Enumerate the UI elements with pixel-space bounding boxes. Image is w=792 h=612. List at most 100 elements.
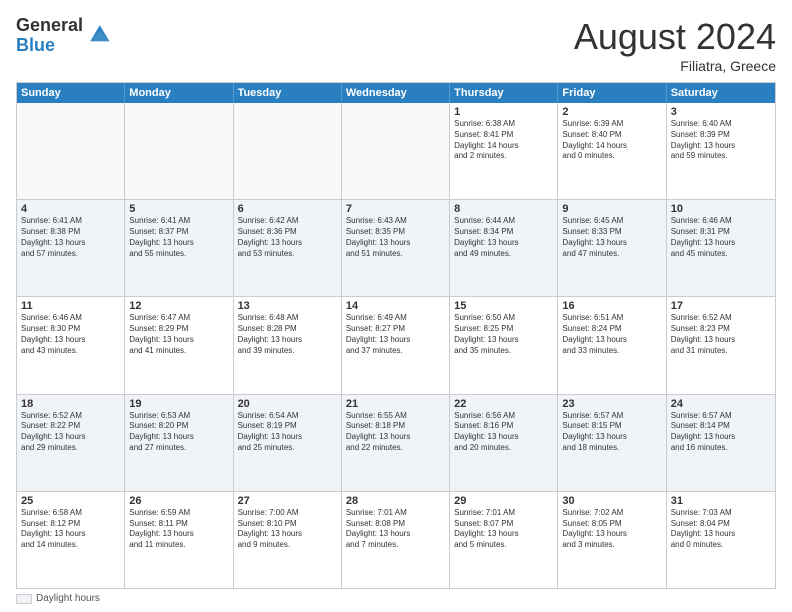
day-cell-7: 7Sunrise: 6:43 AM Sunset: 8:35 PM Daylig… <box>342 200 450 296</box>
cell-info-11: Sunrise: 6:46 AM Sunset: 8:30 PM Dayligh… <box>21 313 120 356</box>
calendar: Sunday Monday Tuesday Wednesday Thursday… <box>16 82 776 589</box>
cell-info-12: Sunrise: 6:47 AM Sunset: 8:29 PM Dayligh… <box>129 313 228 356</box>
day-cell-31: 31Sunrise: 7:03 AM Sunset: 8:04 PM Dayli… <box>667 492 775 588</box>
day-cell-6: 6Sunrise: 6:42 AM Sunset: 8:36 PM Daylig… <box>234 200 342 296</box>
day-cell-23: 23Sunrise: 6:57 AM Sunset: 8:15 PM Dayli… <box>558 395 666 491</box>
day-headers: Sunday Monday Tuesday Wednesday Thursday… <box>17 83 775 103</box>
day-cell-5: 5Sunrise: 6:41 AM Sunset: 8:37 PM Daylig… <box>125 200 233 296</box>
header-thursday: Thursday <box>450 83 558 103</box>
cell-date-5: 5 <box>129 203 228 215</box>
day-cell-12: 12Sunrise: 6:47 AM Sunset: 8:29 PM Dayli… <box>125 297 233 393</box>
header: General Blue August 2024 Filiatra, Greec… <box>16 16 776 74</box>
cell-info-30: Sunrise: 7:02 AM Sunset: 8:05 PM Dayligh… <box>562 508 661 551</box>
cell-info-27: Sunrise: 7:00 AM Sunset: 8:10 PM Dayligh… <box>238 508 337 551</box>
cell-date-15: 15 <box>454 300 553 312</box>
day-cell-9: 9Sunrise: 6:45 AM Sunset: 8:33 PM Daylig… <box>558 200 666 296</box>
calendar-row-1: 1Sunrise: 6:38 AM Sunset: 8:41 PM Daylig… <box>17 103 775 200</box>
cell-info-31: Sunrise: 7:03 AM Sunset: 8:04 PM Dayligh… <box>671 508 771 551</box>
title-area: August 2024 Filiatra, Greece <box>574 16 776 74</box>
cell-date-2: 2 <box>562 106 661 118</box>
day-cell-19: 19Sunrise: 6:53 AM Sunset: 8:20 PM Dayli… <box>125 395 233 491</box>
cell-date-3: 3 <box>671 106 771 118</box>
day-cell-26: 26Sunrise: 6:59 AM Sunset: 8:11 PM Dayli… <box>125 492 233 588</box>
cell-date-13: 13 <box>238 300 337 312</box>
day-cell-13: 13Sunrise: 6:48 AM Sunset: 8:28 PM Dayli… <box>234 297 342 393</box>
header-tuesday: Tuesday <box>234 83 342 103</box>
day-cell-15: 15Sunrise: 6:50 AM Sunset: 8:25 PM Dayli… <box>450 297 558 393</box>
day-cell-11: 11Sunrise: 6:46 AM Sunset: 8:30 PM Dayli… <box>17 297 125 393</box>
cell-date-4: 4 <box>21 203 120 215</box>
empty-cell <box>234 103 342 199</box>
logo-icon <box>87 22 111 46</box>
day-cell-30: 30Sunrise: 7:02 AM Sunset: 8:05 PM Dayli… <box>558 492 666 588</box>
logo-text: General Blue <box>16 16 83 56</box>
cell-info-4: Sunrise: 6:41 AM Sunset: 8:38 PM Dayligh… <box>21 216 120 259</box>
footer-label: Daylight hours <box>36 593 100 604</box>
day-cell-17: 17Sunrise: 6:52 AM Sunset: 8:23 PM Dayli… <box>667 297 775 393</box>
cell-info-1: Sunrise: 6:38 AM Sunset: 8:41 PM Dayligh… <box>454 119 553 162</box>
cell-info-20: Sunrise: 6:54 AM Sunset: 8:19 PM Dayligh… <box>238 411 337 454</box>
day-cell-27: 27Sunrise: 7:00 AM Sunset: 8:10 PM Dayli… <box>234 492 342 588</box>
calendar-body: 1Sunrise: 6:38 AM Sunset: 8:41 PM Daylig… <box>17 103 775 588</box>
day-cell-1: 1Sunrise: 6:38 AM Sunset: 8:41 PM Daylig… <box>450 103 558 199</box>
cell-date-1: 1 <box>454 106 553 118</box>
empty-cell <box>17 103 125 199</box>
cell-date-26: 26 <box>129 495 228 507</box>
cell-date-31: 31 <box>671 495 771 507</box>
cell-info-3: Sunrise: 6:40 AM Sunset: 8:39 PM Dayligh… <box>671 119 771 162</box>
day-cell-20: 20Sunrise: 6:54 AM Sunset: 8:19 PM Dayli… <box>234 395 342 491</box>
day-cell-28: 28Sunrise: 7:01 AM Sunset: 8:08 PM Dayli… <box>342 492 450 588</box>
header-wednesday: Wednesday <box>342 83 450 103</box>
cell-info-22: Sunrise: 6:56 AM Sunset: 8:16 PM Dayligh… <box>454 411 553 454</box>
cell-info-25: Sunrise: 6:58 AM Sunset: 8:12 PM Dayligh… <box>21 508 120 551</box>
cell-info-16: Sunrise: 6:51 AM Sunset: 8:24 PM Dayligh… <box>562 313 661 356</box>
cell-info-18: Sunrise: 6:52 AM Sunset: 8:22 PM Dayligh… <box>21 411 120 454</box>
cell-date-22: 22 <box>454 398 553 410</box>
cell-date-24: 24 <box>671 398 771 410</box>
cell-info-6: Sunrise: 6:42 AM Sunset: 8:36 PM Dayligh… <box>238 216 337 259</box>
cell-info-17: Sunrise: 6:52 AM Sunset: 8:23 PM Dayligh… <box>671 313 771 356</box>
day-cell-16: 16Sunrise: 6:51 AM Sunset: 8:24 PM Dayli… <box>558 297 666 393</box>
cell-info-9: Sunrise: 6:45 AM Sunset: 8:33 PM Dayligh… <box>562 216 661 259</box>
cell-info-28: Sunrise: 7:01 AM Sunset: 8:08 PM Dayligh… <box>346 508 445 551</box>
cell-date-17: 17 <box>671 300 771 312</box>
header-monday: Monday <box>125 83 233 103</box>
logo-blue: Blue <box>16 36 83 56</box>
header-saturday: Saturday <box>667 83 775 103</box>
cell-date-6: 6 <box>238 203 337 215</box>
day-cell-8: 8Sunrise: 6:44 AM Sunset: 8:34 PM Daylig… <box>450 200 558 296</box>
calendar-row-5: 25Sunrise: 6:58 AM Sunset: 8:12 PM Dayli… <box>17 492 775 588</box>
cell-info-21: Sunrise: 6:55 AM Sunset: 8:18 PM Dayligh… <box>346 411 445 454</box>
cell-date-29: 29 <box>454 495 553 507</box>
cell-info-13: Sunrise: 6:48 AM Sunset: 8:28 PM Dayligh… <box>238 313 337 356</box>
day-cell-24: 24Sunrise: 6:57 AM Sunset: 8:14 PM Dayli… <box>667 395 775 491</box>
cell-date-12: 12 <box>129 300 228 312</box>
day-cell-3: 3Sunrise: 6:40 AM Sunset: 8:39 PM Daylig… <box>667 103 775 199</box>
day-cell-14: 14Sunrise: 6:49 AM Sunset: 8:27 PM Dayli… <box>342 297 450 393</box>
cell-date-14: 14 <box>346 300 445 312</box>
calendar-row-3: 11Sunrise: 6:46 AM Sunset: 8:30 PM Dayli… <box>17 297 775 394</box>
cell-date-30: 30 <box>562 495 661 507</box>
cell-info-5: Sunrise: 6:41 AM Sunset: 8:37 PM Dayligh… <box>129 216 228 259</box>
cell-info-29: Sunrise: 7:01 AM Sunset: 8:07 PM Dayligh… <box>454 508 553 551</box>
empty-cell <box>125 103 233 199</box>
cell-date-8: 8 <box>454 203 553 215</box>
header-sunday: Sunday <box>17 83 125 103</box>
cell-date-18: 18 <box>21 398 120 410</box>
cell-info-2: Sunrise: 6:39 AM Sunset: 8:40 PM Dayligh… <box>562 119 661 162</box>
logo: General Blue <box>16 16 111 56</box>
calendar-row-4: 18Sunrise: 6:52 AM Sunset: 8:22 PM Dayli… <box>17 395 775 492</box>
month-title: August 2024 <box>574 16 776 58</box>
cell-info-7: Sunrise: 6:43 AM Sunset: 8:35 PM Dayligh… <box>346 216 445 259</box>
cell-info-24: Sunrise: 6:57 AM Sunset: 8:14 PM Dayligh… <box>671 411 771 454</box>
day-cell-25: 25Sunrise: 6:58 AM Sunset: 8:12 PM Dayli… <box>17 492 125 588</box>
cell-date-7: 7 <box>346 203 445 215</box>
cell-date-27: 27 <box>238 495 337 507</box>
cell-info-15: Sunrise: 6:50 AM Sunset: 8:25 PM Dayligh… <box>454 313 553 356</box>
cell-date-19: 19 <box>129 398 228 410</box>
day-cell-22: 22Sunrise: 6:56 AM Sunset: 8:16 PM Dayli… <box>450 395 558 491</box>
header-friday: Friday <box>558 83 666 103</box>
calendar-row-2: 4Sunrise: 6:41 AM Sunset: 8:38 PM Daylig… <box>17 200 775 297</box>
cell-info-8: Sunrise: 6:44 AM Sunset: 8:34 PM Dayligh… <box>454 216 553 259</box>
empty-cell <box>342 103 450 199</box>
